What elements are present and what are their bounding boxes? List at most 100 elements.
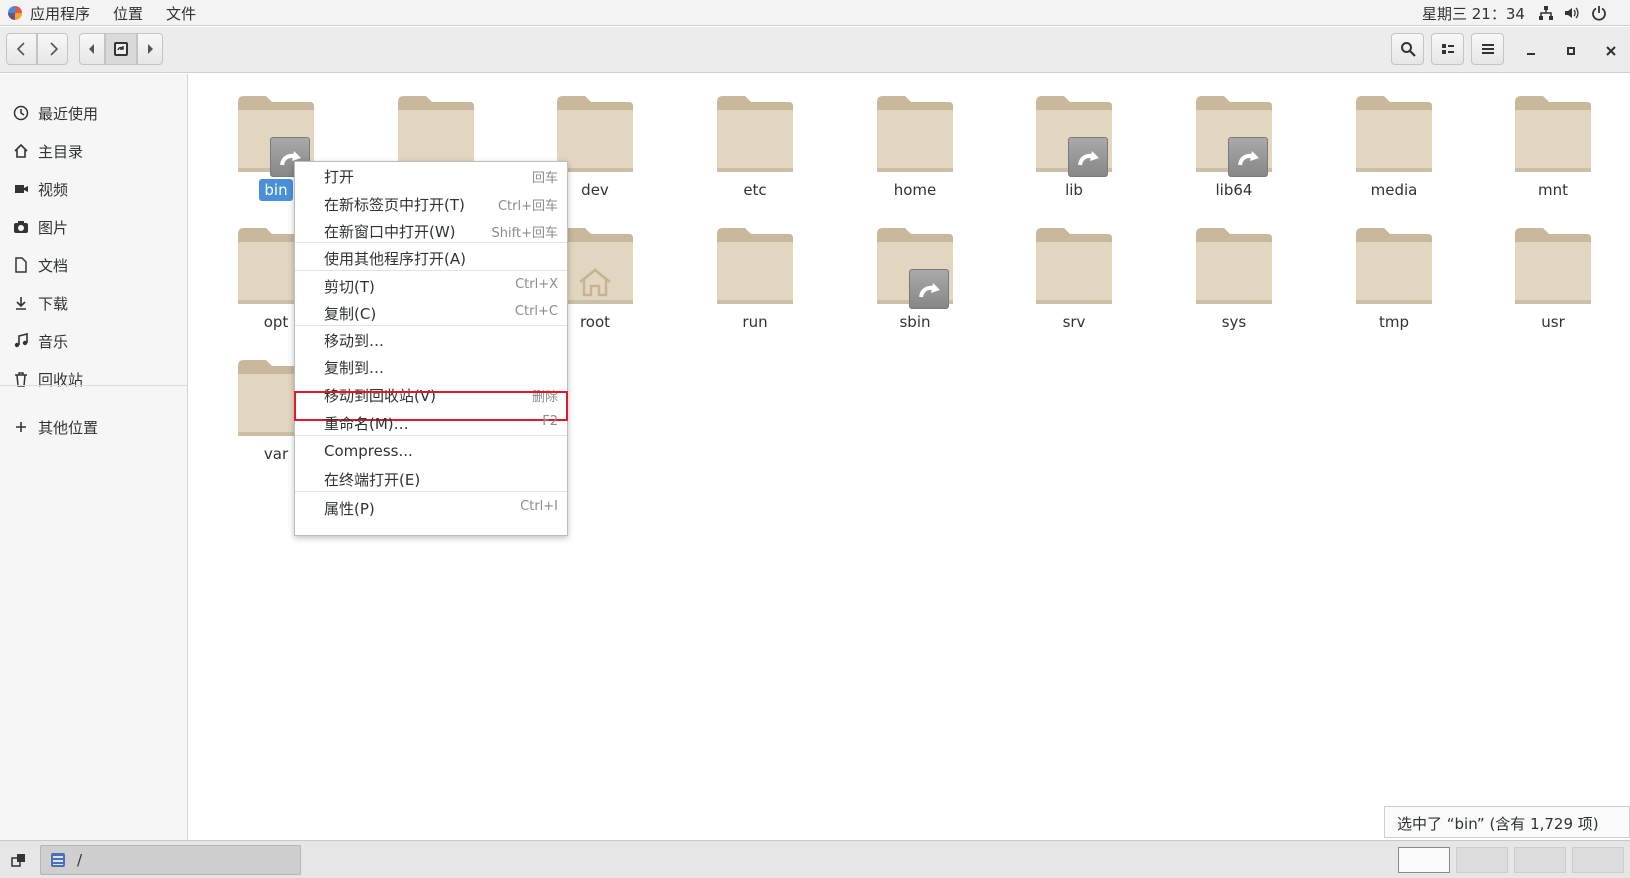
clock[interactable]: 星期三 21：34 (1422, 3, 1525, 24)
menu-item-open[interactable]: 打开 回车 (295, 162, 567, 189)
maximize-button[interactable] (1558, 38, 1584, 64)
home-icon (14, 143, 28, 158)
forward-button[interactable] (37, 33, 68, 65)
workspace-4[interactable] (1572, 847, 1624, 873)
sidebar-item-label: 音乐 (38, 333, 69, 351)
close-icon (1606, 46, 1616, 56)
file-name: home (893, 181, 937, 199)
file-item[interactable]: etc (685, 74, 825, 199)
sidebar-item-label: 其他位置 (38, 419, 99, 437)
menu-icon (1481, 44, 1494, 54)
menu-item-label: 在新标签页中打开(T) (324, 196, 465, 214)
folder-icon (1513, 226, 1593, 304)
show-desktop-icon[interactable] (11, 852, 27, 868)
sidebar-item-label: 回收站 (38, 371, 84, 389)
plus-icon (16, 422, 26, 432)
menu-item-shortcut: Ctrl+I (520, 499, 558, 514)
sidebar-item-music[interactable]: 音乐 (0, 324, 188, 358)
file-item[interactable]: srv (1004, 206, 1144, 331)
path-right-icon (148, 44, 153, 54)
file-item[interactable]: sys (1164, 206, 1304, 331)
sidebar-item-pictures[interactable]: 图片 (0, 210, 188, 244)
menu-item-label: 属性(P) (324, 500, 375, 518)
file-item[interactable]: mnt (1483, 74, 1623, 199)
file-item[interactable]: lib64 (1164, 74, 1304, 199)
menu-item-shortcut: Ctrl+C (514, 304, 558, 319)
path-left-button[interactable] (79, 33, 105, 65)
sidebar-item-videos[interactable]: 视频 (0, 172, 188, 206)
forward-icon (49, 42, 58, 56)
document-icon (15, 257, 27, 273)
close-button[interactable] (1598, 38, 1624, 64)
search-button[interactable] (1391, 33, 1424, 65)
back-icon (16, 42, 25, 56)
power-icon[interactable] (1591, 5, 1607, 21)
minimize-button[interactable] (1518, 38, 1544, 64)
back-button[interactable] (6, 33, 37, 65)
menu-item-copy-to[interactable]: 复制到… (295, 353, 567, 380)
file-item[interactable]: home (845, 74, 985, 199)
folder-icon (1354, 226, 1434, 304)
maximize-icon (1567, 47, 1575, 55)
search-icon (1400, 42, 1416, 57)
sidebar-item-downloads[interactable]: 下载 (0, 286, 188, 320)
file-item[interactable]: media (1324, 74, 1464, 199)
menu-item-label: 使用其他程序打开(A) (324, 250, 466, 268)
applications-menu[interactable]: 应用程序 (30, 3, 90, 24)
sidebar-separator (0, 385, 188, 386)
file-name: mnt (1538, 181, 1568, 199)
file-name: lib (1065, 181, 1083, 199)
sidebar-item-home[interactable]: 主目录 (0, 134, 188, 168)
path-right-button[interactable] (137, 33, 163, 65)
menu-item-cut[interactable]: 剪切(T) Ctrl+X (295, 272, 567, 299)
file-item[interactable]: sbin (845, 206, 985, 331)
menu-separator (295, 435, 567, 436)
menu-item-label: 复制到… (324, 359, 385, 377)
workspace-1[interactable] (1398, 847, 1450, 873)
sidebar-item-other-locations[interactable]: 其他位置 (0, 410, 188, 444)
menu-separator (295, 242, 567, 243)
menu-item-open-terminal[interactable]: 在终端打开(E) (295, 465, 567, 492)
folder-icon (1034, 226, 1114, 304)
menu-item-open-with[interactable]: 使用其他程序打开(A) (295, 244, 567, 271)
volume-icon[interactable] (1563, 5, 1579, 21)
sidebar-item-trash[interactable]: 回收站 (0, 362, 188, 396)
sidebar-item-documents[interactable]: 文档 (0, 248, 188, 282)
taskbar-window-button[interactable]: / (40, 845, 301, 875)
menu-item-label: 复制(C) (324, 305, 377, 323)
menu-item-properties[interactable]: 属性(P) Ctrl+I (295, 494, 567, 521)
menu-item-label: 打开 (324, 168, 355, 186)
menu-item-rename[interactable]: 重命名(M)… F2 (295, 409, 567, 436)
menu-item-label: 剪切(T) (324, 278, 375, 296)
menu-item-compress[interactable]: Compress... (295, 438, 567, 465)
menu-item-label: 在终端打开(E) (324, 471, 421, 489)
header-bar (0, 27, 1630, 73)
menu-item-label: 移动到… (324, 332, 385, 350)
file-item[interactable]: tmp (1324, 206, 1464, 331)
file-item[interactable]: usr (1483, 206, 1623, 331)
sidebar-item-label: 最近使用 (38, 105, 99, 123)
path-root-button[interactable] (105, 33, 137, 65)
sidebar-item-recent[interactable]: 最近使用 (0, 96, 188, 130)
menu-button[interactable] (1471, 33, 1504, 65)
file-name: media (1370, 181, 1418, 199)
network-icon[interactable] (1538, 5, 1554, 21)
menu-item-open-new-window[interactable]: 在新窗口中打开(W) Shift+回车 (295, 217, 567, 244)
sidebar-item-label: 文档 (38, 257, 69, 275)
workspace-3[interactable] (1514, 847, 1566, 873)
music-icon (14, 333, 28, 348)
files-menu[interactable]: 文件 (166, 3, 196, 24)
sidebar-item-label: 主目录 (38, 143, 84, 161)
context-menu: 打开 回车 在新标签页中打开(T) Ctrl+回车 在新窗口中打开(W) Shift+… (294, 161, 568, 536)
sidebar: 最近使用 主目录 视频 图片 文档 下载 音乐 回收站 其他位置 (0, 74, 188, 840)
taskbar-window-title: / (77, 851, 83, 869)
places-menu[interactable]: 位置 (113, 3, 143, 24)
menu-item-copy[interactable]: 复制(C) Ctrl+C (295, 299, 567, 326)
menu-item-shortcut: Ctrl+回车 (497, 199, 558, 214)
menu-item-open-new-tab[interactable]: 在新标签页中打开(T) Ctrl+回车 (295, 190, 567, 217)
menu-item-move-to[interactable]: 移动到… (295, 326, 567, 353)
view-toggle-button[interactable] (1431, 33, 1464, 65)
file-item[interactable]: lib (1004, 74, 1144, 199)
workspace-2[interactable] (1456, 847, 1508, 873)
file-item[interactable]: run (685, 206, 825, 331)
